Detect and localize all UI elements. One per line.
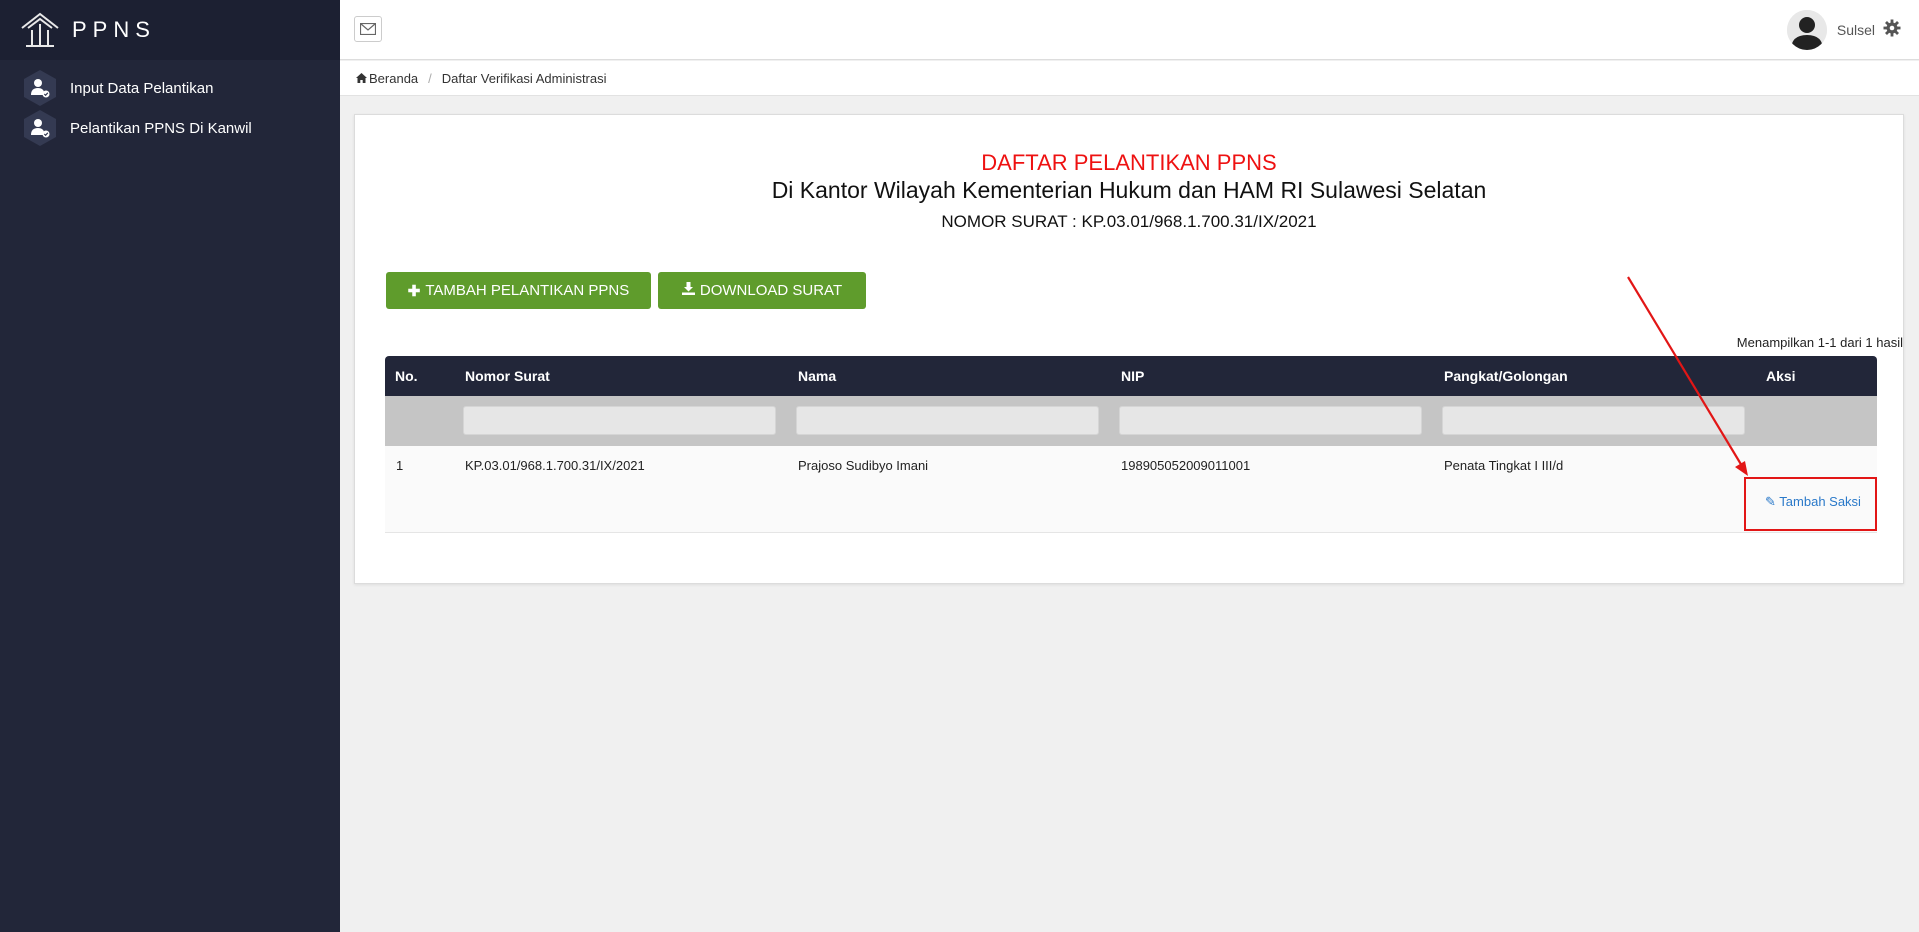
tambah-pelantikan-button[interactable]: ✚ TAMBAH PELANTIKAN PPNS bbox=[386, 272, 651, 309]
sidebar-menu: Input Data Pelantikan Pelantikan PPNS Di… bbox=[0, 68, 340, 148]
filter-row bbox=[385, 396, 1877, 446]
download-surat-label: DOWNLOAD SURAT bbox=[699, 282, 843, 299]
ppns-logo-icon bbox=[21, 12, 59, 47]
column-header-nomor-surat[interactable]: Nomor Surat bbox=[465, 368, 550, 384]
download-icon bbox=[681, 282, 695, 299]
user-check-icon bbox=[20, 68, 60, 108]
user-menu[interactable]: Sulsel bbox=[1786, 10, 1901, 50]
breadcrumb-current: Daftar Verifikasi Administrasi bbox=[441, 70, 607, 86]
sidebar-item-label: Pelantikan PPNS Di Kanwil bbox=[70, 119, 252, 137]
plus-icon: ✚ bbox=[407, 282, 421, 300]
sidebar-item-input-data-pelantikan[interactable]: Input Data Pelantikan bbox=[0, 68, 340, 108]
cell-nomor-surat: KP.03.01/968.1.700.31/IX/2021 bbox=[465, 458, 645, 473]
cell-nama: Prajoso Sudibyo Imani bbox=[798, 458, 929, 473]
column-header-nip[interactable]: NIP bbox=[1121, 368, 1144, 384]
brand-name: PPNS bbox=[72, 17, 156, 42]
table-header: No. Nomor Surat Nama NIP Pangkat/Golonga… bbox=[385, 356, 1877, 396]
topbar: Sulsel bbox=[340, 0, 1919, 60]
avatar[interactable] bbox=[1786, 10, 1827, 50]
download-surat-button[interactable]: DOWNLOAD SURAT bbox=[658, 272, 866, 309]
brand[interactable]: PPNS bbox=[0, 0, 340, 60]
user-check-icon bbox=[20, 108, 60, 148]
cell-nip: 198905052009011001 bbox=[1121, 458, 1251, 473]
username[interactable]: Sulsel bbox=[1837, 22, 1875, 38]
table-row: 1 KP.03.01/968.1.700.31/IX/2021 Prajoso … bbox=[385, 446, 1877, 533]
gear-icon[interactable] bbox=[1883, 19, 1901, 42]
pelantikan-table: No. Nomor Surat Nama NIP Pangkat/Golonga… bbox=[385, 356, 1877, 533]
page-title: DAFTAR PELANTIKAN PPNS bbox=[981, 150, 1277, 175]
column-header-nama[interactable]: Nama bbox=[798, 368, 836, 384]
breadcrumb-separator: / bbox=[428, 70, 432, 86]
filter-pangkat-input[interactable] bbox=[1442, 406, 1745, 435]
filter-nip-input[interactable] bbox=[1119, 406, 1422, 435]
filter-nomor-surat-input[interactable] bbox=[463, 406, 776, 435]
cell-no: 1 bbox=[396, 458, 404, 473]
cell-pangkat: Penata Tingkat I III/d bbox=[1444, 458, 1564, 473]
nomor-surat-heading: NOMOR SURAT : KP.03.01/968.1.700.31/IX/2… bbox=[941, 212, 1317, 231]
sidebar: PPNS Input Data Pelantikan Pelantikan PP… bbox=[0, 0, 340, 932]
main-card: DAFTAR PELANTIKAN PPNS Di Kantor Wilayah… bbox=[354, 114, 1904, 584]
page-subtitle: Di Kantor Wilayah Kementerian Hukum dan … bbox=[771, 177, 1487, 203]
mail-icon bbox=[360, 23, 376, 35]
sidebar-item-label: Input Data Pelantikan bbox=[70, 79, 214, 97]
filter-nama-input[interactable] bbox=[796, 406, 1099, 435]
annotation-highlight-box bbox=[1744, 477, 1877, 531]
column-header-no[interactable]: No. bbox=[395, 368, 418, 384]
breadcrumb-home-link[interactable]: Beranda bbox=[369, 71, 418, 86]
column-header-aksi: Aksi bbox=[1766, 368, 1796, 384]
breadcrumb: Beranda / Daftar Verifikasi Administrasi bbox=[340, 61, 1919, 96]
tambah-pelantikan-label: TAMBAH PELANTIKAN PPNS bbox=[425, 282, 630, 299]
column-header-pangkat[interactable]: Pangkat/Golongan bbox=[1444, 368, 1568, 384]
table-summary: Menampilkan 1-1 dari 1 hasil bbox=[1736, 335, 1903, 350]
home-icon bbox=[356, 71, 367, 86]
sidebar-item-pelantikan-ppns-di-kanwil[interactable]: Pelantikan PPNS Di Kanwil bbox=[0, 108, 340, 148]
mail-button[interactable] bbox=[354, 16, 382, 42]
